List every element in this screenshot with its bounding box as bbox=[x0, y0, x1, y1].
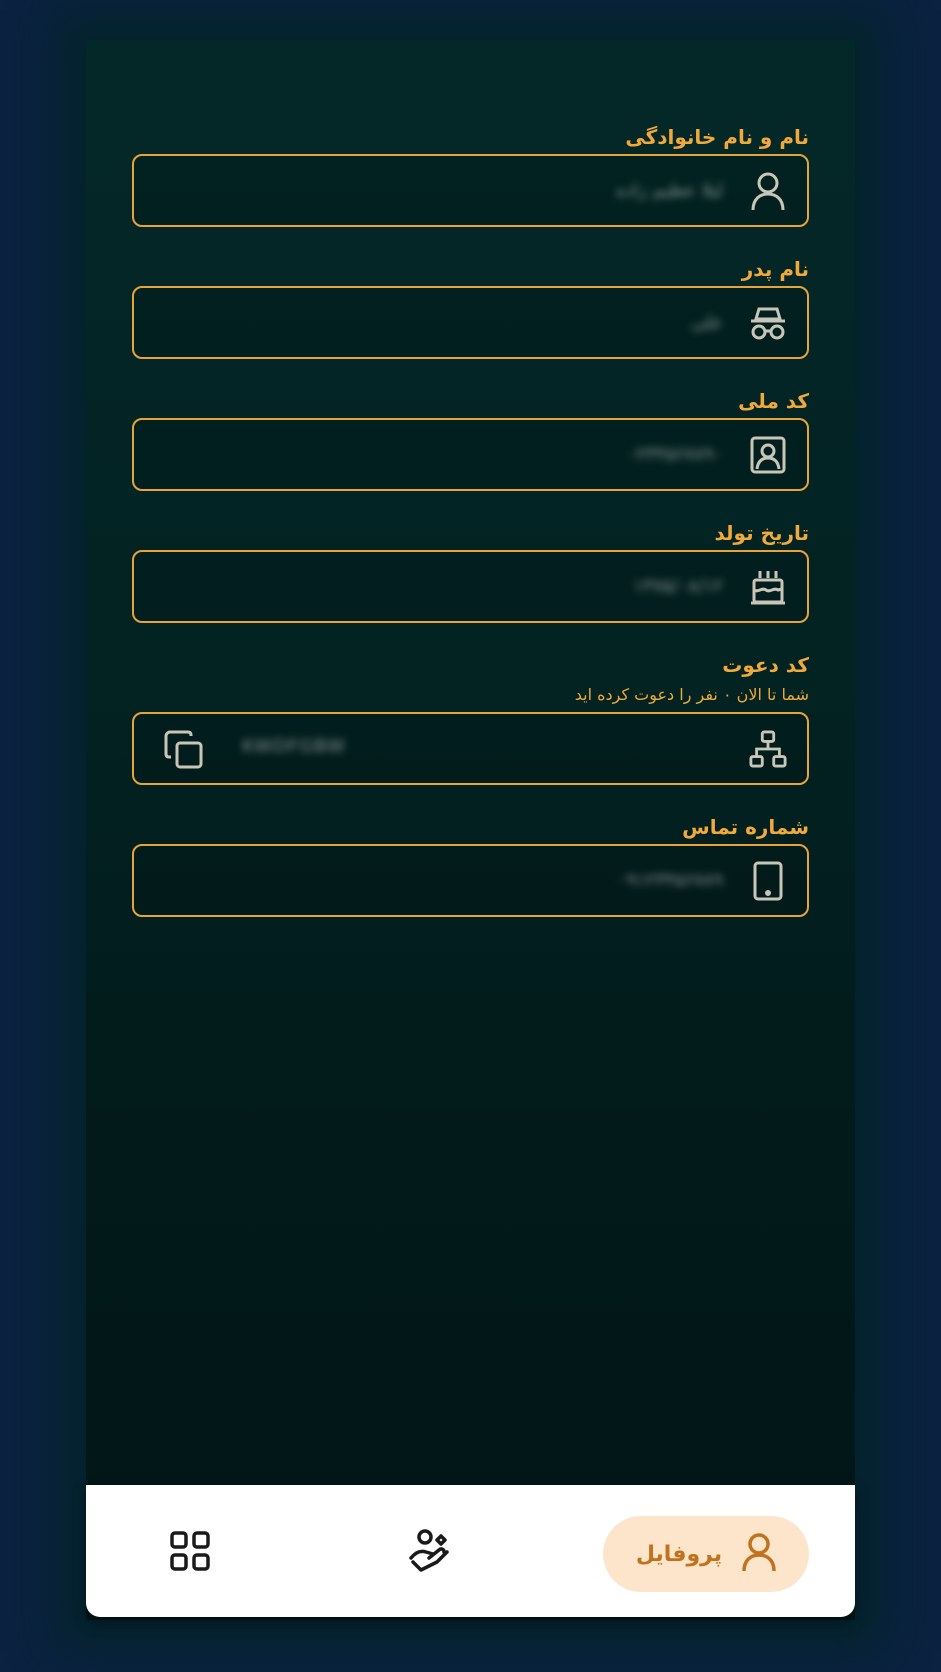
full-name-value: لیلا عظیم زاده bbox=[615, 180, 723, 201]
nav-item-dashboard[interactable] bbox=[168, 1531, 212, 1575]
copy-icon[interactable] bbox=[164, 730, 204, 770]
user-icon bbox=[749, 172, 787, 210]
phone-input[interactable]: ۰۹۱۲۳۴۵۶۷۸۹ bbox=[132, 844, 809, 917]
invite-code-label: کد دعوت bbox=[722, 653, 809, 677]
invite-code-field: کد دعوت شما تا الان ۰ نفر را دعوت کرده ا… bbox=[132, 648, 809, 785]
national-code-field: کد ملی ۰۲۳۴۵۶۷۸۹۰ bbox=[132, 384, 809, 491]
full-name-field: نام و نام خانوادگی لیلا عظیم زاده bbox=[132, 120, 809, 227]
phone-field: شماره تماس ۰۹۱۲۳۴۵۶۷۸۹ bbox=[132, 810, 809, 917]
father-name-field: نام پدر علی bbox=[132, 252, 809, 359]
hand-heart-icon bbox=[407, 1528, 451, 1576]
cake-icon bbox=[749, 568, 787, 606]
network-icon bbox=[749, 729, 787, 768]
profile-form: نام و نام خانوادگی لیلا عظیم زاده نام پد… bbox=[132, 120, 809, 917]
full-name-label: نام و نام خانوادگی bbox=[625, 125, 809, 149]
bottom-navigation: پروفایل bbox=[86, 1485, 855, 1617]
birth-date-value: ۱۳۷۵/۰۸/۱۲ bbox=[633, 576, 723, 597]
grid-icon bbox=[170, 1531, 210, 1575]
full-name-input[interactable]: لیلا عظیم زاده bbox=[132, 154, 809, 227]
nav-item-care[interactable] bbox=[406, 1529, 452, 1575]
birth-date-label: تاریخ تولد bbox=[714, 521, 809, 545]
national-code-value: ۰۲۳۴۵۶۷۸۹۰ bbox=[626, 444, 723, 465]
invite-count-text: شما تا الان ۰ نفر را دعوت کرده اید bbox=[574, 685, 809, 704]
national-code-input[interactable]: ۰۲۳۴۵۶۷۸۹۰ bbox=[132, 418, 809, 491]
invite-code-input[interactable]: KWDFGBW bbox=[132, 712, 809, 785]
phone-value: ۰۹۱۲۳۴۵۶۷۸۹ bbox=[616, 870, 723, 891]
father-name-value: علی bbox=[691, 312, 723, 333]
father-name-label: نام پدر bbox=[741, 257, 809, 281]
invite-code-value: KWDFGBW bbox=[242, 736, 346, 757]
incognito-icon bbox=[749, 304, 787, 342]
mobile-icon bbox=[749, 861, 787, 900]
phone-label: شماره تماس bbox=[682, 815, 809, 839]
profile-screen: نام و نام خانوادگی لیلا عظیم زاده نام پد… bbox=[86, 40, 855, 1620]
nav-profile-label: پروفایل bbox=[635, 1541, 723, 1567]
national-code-label: کد ملی bbox=[738, 389, 809, 413]
birth-date-input[interactable]: ۱۳۷۵/۰۸/۱۲ bbox=[132, 550, 809, 623]
father-name-input[interactable]: علی bbox=[132, 286, 809, 359]
birth-date-field: تاریخ تولد ۱۳۷۵/۰۸/۱۲ bbox=[132, 516, 809, 623]
nav-item-profile[interactable]: پروفایل bbox=[603, 1516, 809, 1592]
id-card-icon bbox=[749, 436, 787, 474]
user-icon bbox=[742, 1532, 776, 1576]
